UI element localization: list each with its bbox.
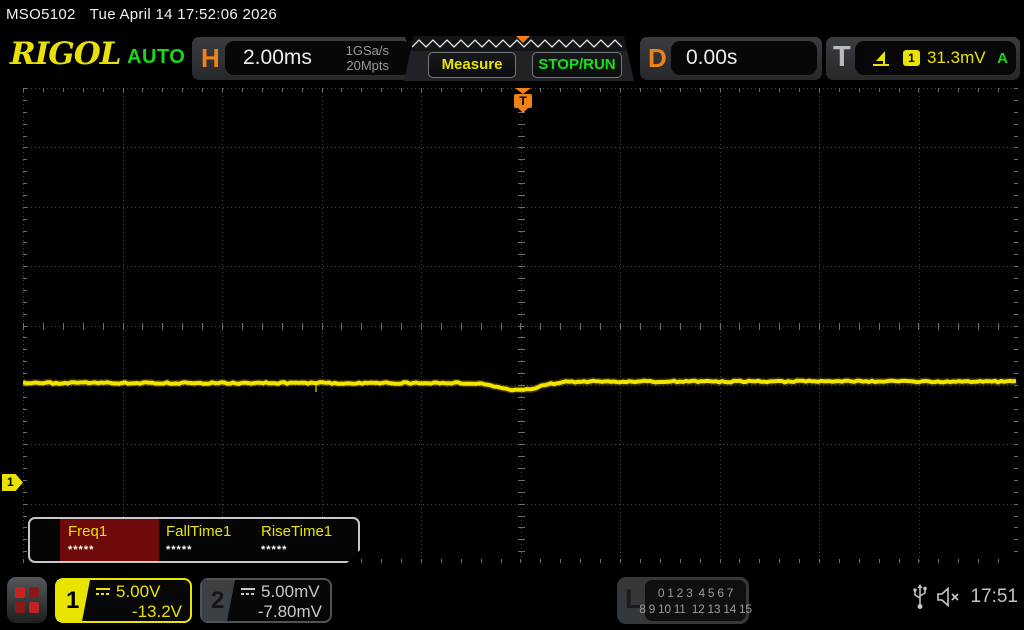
channel1-number: 1 xyxy=(57,580,90,621)
measurement-item-freq1[interactable]: Freq1 ***** xyxy=(68,523,107,556)
horizontal-label: H xyxy=(201,43,220,73)
delay-label: D xyxy=(648,43,667,73)
delay-value: 0.00s xyxy=(686,46,738,69)
measurement-results-box: Freq1 ***** FallTime1 ***** RiseTime1 **… xyxy=(28,517,360,563)
logic-channels-row1: 0 1 2 3 4 5 6 7 xyxy=(657,585,734,600)
measurement-value: ***** xyxy=(166,544,193,556)
horizontal-panel[interactable]: H 2.00ms 1GSa/s 20Mpts xyxy=(192,37,420,80)
oscilloscope-screen: { "top_bar": { "model": "MSO5102", "date… xyxy=(0,0,1024,630)
measurement-item-risetime1[interactable]: RiseTime1 ***** xyxy=(261,523,332,556)
horizontal-display: 2.00ms 1GSa/s 20Mpts xyxy=(225,41,411,75)
model-name: MSO5102 xyxy=(6,6,76,23)
trigger-slope-icon xyxy=(873,50,889,66)
measure-button[interactable]: Measure xyxy=(428,52,516,78)
sample-rate: 1GSa/s xyxy=(345,43,389,58)
rigol-logo: RIGOL xyxy=(10,36,122,72)
logic-channels-row2: 8 9 10 11 12 13 14 15 xyxy=(639,601,752,616)
channel2-scale: 5.00mV xyxy=(261,582,320,601)
channel1-scale: 5.00V xyxy=(116,582,161,601)
scope-display-area[interactable]: T xyxy=(23,88,1018,563)
channel2-values: 5.00mV -7.80mV xyxy=(240,582,322,622)
dc-coupling-icon xyxy=(96,588,110,595)
memory-depth: 20Mpts xyxy=(346,58,389,73)
measurement-value: ***** xyxy=(68,544,95,556)
trigger-panel[interactable]: T 1 31.3mV A xyxy=(826,37,1020,80)
measurement-item-falltime1[interactable]: FallTime1 ***** xyxy=(166,523,231,556)
datetime: Tue April 14 17:52:06 2026 xyxy=(89,6,278,23)
waveform-preview-strip xyxy=(404,36,634,51)
delay-display: 0.00s xyxy=(671,41,817,75)
mute-speaker-icon[interactable] xyxy=(936,587,961,607)
trigger-label: T xyxy=(833,41,851,73)
measurement-value: ***** xyxy=(261,544,288,556)
channel1-trace xyxy=(23,376,1017,394)
usb-icon[interactable] xyxy=(913,584,928,610)
menu-button[interactable] xyxy=(7,577,47,623)
trigger-position-marker[interactable]: T xyxy=(514,88,532,115)
system-clock: 17:51 xyxy=(970,586,1018,607)
measurement-label: Freq1 xyxy=(68,523,108,540)
channel2-offset: -7.80mV xyxy=(257,602,322,621)
logic-analyzer-badge[interactable]: L 0 1 2 3 4 5 6 7 8 9 10 11 12 13 14 15 xyxy=(617,577,752,624)
channel1-values: 5.00V -13.2V xyxy=(95,582,182,622)
dc-coupling-icon xyxy=(241,588,255,595)
channel1-ground-marker[interactable]: 1 xyxy=(2,474,23,491)
trigger-level-value: 31.3mV xyxy=(927,48,986,67)
trigger-source-badge: 1 xyxy=(903,50,920,66)
trigger-point-icon xyxy=(518,108,528,113)
channel1-offset: -13.2V xyxy=(131,602,182,621)
trigger-display: 1 31.3mV A xyxy=(855,41,1016,75)
trigger-t-badge: T xyxy=(514,94,532,108)
measurement-label: FallTime1 xyxy=(166,523,232,540)
status-icons: 17:51 xyxy=(913,584,1018,610)
sample-rate-info: 1GSa/s 20Mpts xyxy=(346,43,389,73)
delay-panel[interactable]: D 0.00s xyxy=(640,37,822,80)
channel2-badge[interactable]: 2 5.00mV -7.80mV xyxy=(200,578,332,623)
stop-run-button[interactable]: STOP/RUN xyxy=(532,52,622,78)
acquisition-status: AUTO xyxy=(127,46,186,68)
menu-grid-icon xyxy=(15,587,39,613)
measurement-label: RiseTime1 xyxy=(261,523,333,540)
logic-channels-display: 0 1 2 3 4 5 6 7 8 9 10 11 12 13 14 15 xyxy=(639,580,752,621)
top-info-bar: MSO5102 Tue April 14 17:52:06 2026 xyxy=(6,6,277,23)
channel2-number: 2 xyxy=(202,580,235,621)
trigger-mode: A xyxy=(997,49,1008,67)
preview-trigger-marker-icon xyxy=(516,36,530,43)
channel1-badge[interactable]: 1 5.00V -13.2V xyxy=(55,578,192,623)
timebase-value: 2.00ms xyxy=(243,46,312,69)
